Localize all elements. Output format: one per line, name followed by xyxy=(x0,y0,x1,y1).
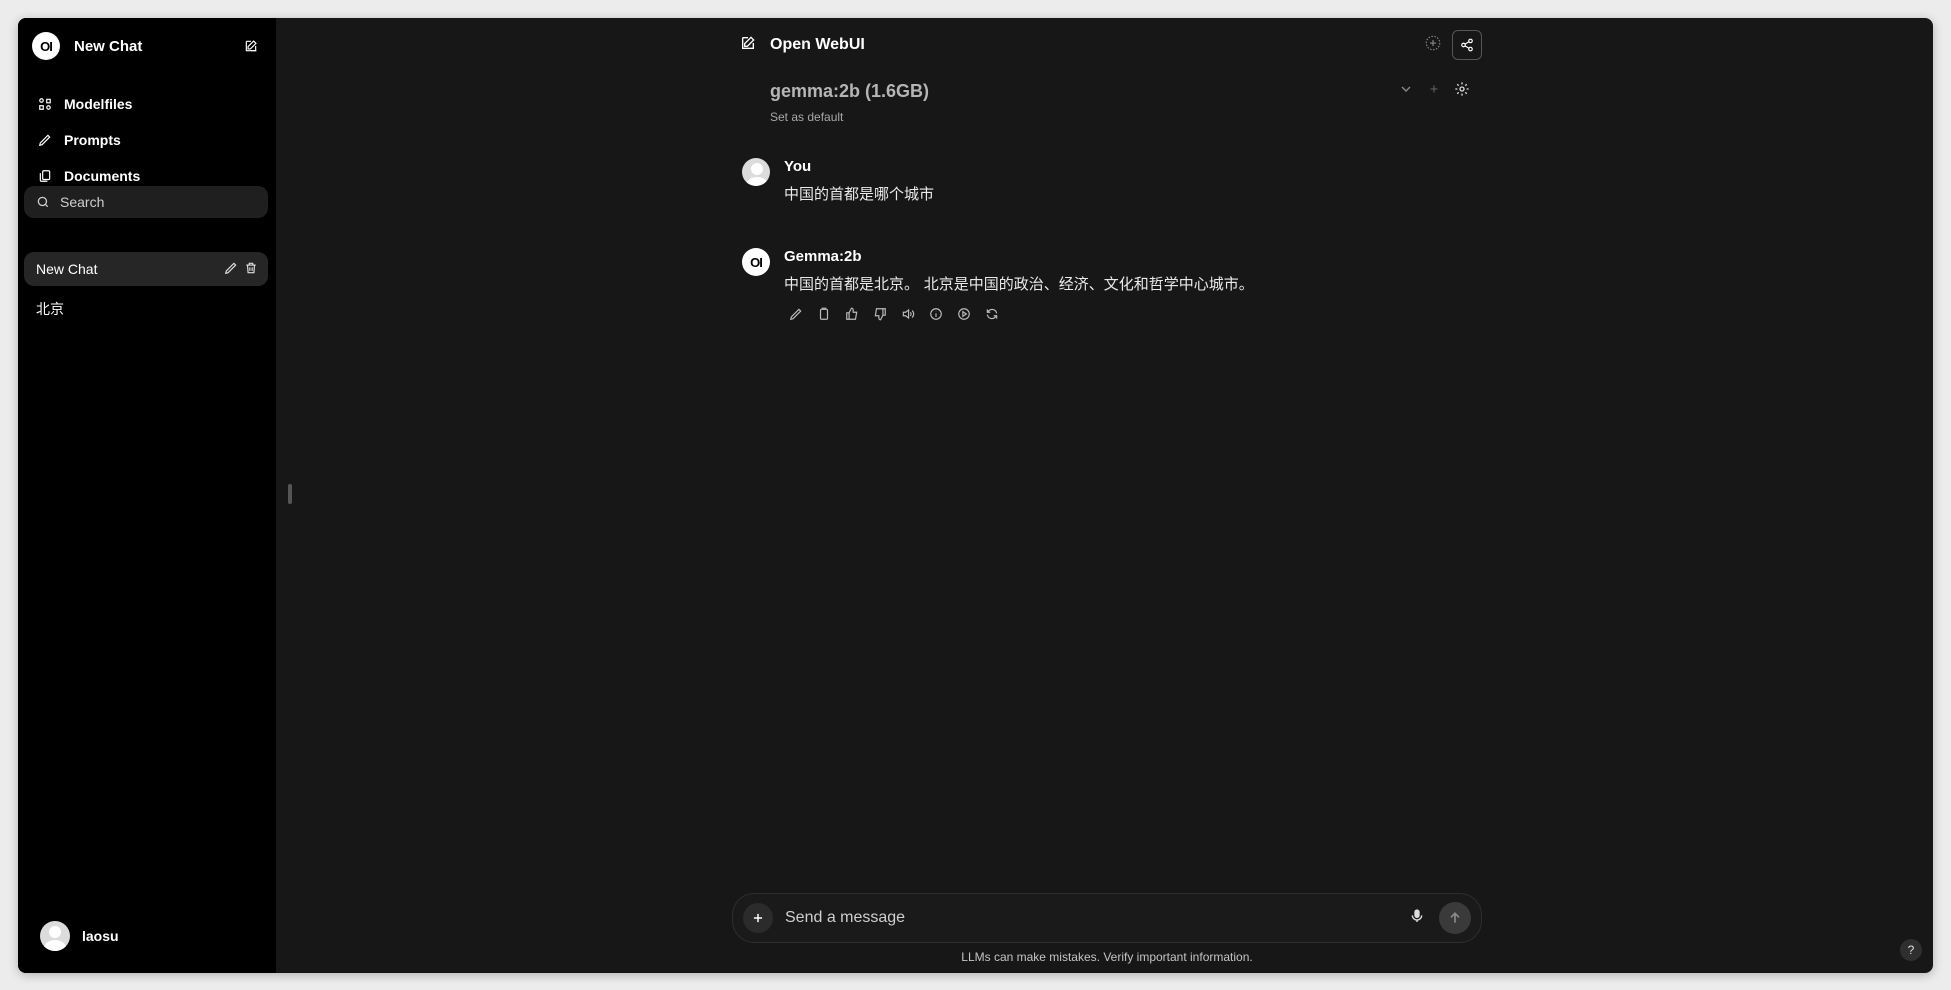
sidebar-item-label: Prompts xyxy=(64,132,121,148)
model-selector[interactable]: gemma:2b (1.6GB) xyxy=(770,76,1470,106)
regenerate-icon[interactable] xyxy=(984,306,1000,322)
disclaimer: LLMs can make mistakes. Verify important… xyxy=(961,950,1253,964)
sidebar-item-label: Documents xyxy=(64,168,141,184)
app-window: OI New Chat Modelfiles Prompts Documents… xyxy=(18,18,1933,973)
chevron-down-icon[interactable] xyxy=(1398,81,1414,102)
modelfiles-icon xyxy=(39,98,51,110)
chat-item-label: 北京 xyxy=(36,301,64,317)
add-model-dashed-icon[interactable] xyxy=(1424,34,1442,57)
page-title: Open WebUI xyxy=(770,36,865,53)
microphone-icon[interactable] xyxy=(1409,907,1425,930)
thumbs-down-icon[interactable] xyxy=(872,306,888,322)
message-text: 中国的首都是哪个城市 xyxy=(784,185,935,203)
model-settings-icon[interactable] xyxy=(1454,81,1470,102)
new-chat-icon[interactable] xyxy=(740,35,756,56)
model-avatar: OI xyxy=(742,248,770,276)
message-text: 中国的首都是北京。 北京是中国的政治、经济、文化和哲学中心城市。 xyxy=(784,275,1254,293)
sidebar-item-label: Modelfiles xyxy=(64,96,133,112)
avatar xyxy=(742,158,770,186)
delete-icon[interactable] xyxy=(244,261,258,278)
chat-header: Open WebUI xyxy=(740,30,1482,60)
plus-icon xyxy=(753,913,763,923)
arrow-up-icon xyxy=(1450,912,1460,923)
chat-item[interactable]: 北京 xyxy=(24,292,268,326)
assistant-message: OI Gemma:2b 中国的首都是北京。 北京是中国的政治、经济、文化和哲学中… xyxy=(742,248,1254,322)
send-button[interactable] xyxy=(1439,902,1471,934)
message-composer xyxy=(732,893,1482,943)
compose-icon[interactable] xyxy=(240,35,262,57)
sidebar-item-modelfiles[interactable]: Modelfiles xyxy=(30,88,264,120)
thumbs-up-icon[interactable] xyxy=(844,306,860,322)
user-message: You 中国的首都是哪个城市 xyxy=(742,158,934,204)
chat-item[interactable]: New Chat xyxy=(24,252,268,286)
search-box[interactable] xyxy=(24,186,268,218)
attach-button[interactable] xyxy=(743,903,773,933)
add-model-icon[interactable] xyxy=(1428,82,1440,100)
message-sender: You xyxy=(784,158,812,175)
chat-item-label: New Chat xyxy=(36,261,98,277)
sidebar-item-prompts[interactable]: Prompts xyxy=(30,124,264,156)
documents-icon xyxy=(39,170,51,182)
sidebar: OI New Chat Modelfiles Prompts Documents… xyxy=(18,18,276,973)
avatar xyxy=(40,921,70,951)
new-chat-button[interactable]: OI New Chat xyxy=(30,28,264,64)
model-name: gemma:2b (1.6GB) xyxy=(770,80,930,101)
pencil-icon xyxy=(38,134,51,147)
copy-icon[interactable] xyxy=(816,306,832,322)
speaker-icon[interactable] xyxy=(900,306,916,322)
search-input[interactable] xyxy=(60,194,250,210)
message-sender: Gemma:2b xyxy=(784,248,862,265)
share-button[interactable] xyxy=(1452,30,1482,60)
search-icon xyxy=(37,196,49,208)
info-icon[interactable] xyxy=(928,306,944,322)
sidebar-resize-handle[interactable] xyxy=(288,484,292,504)
set-as-default-link[interactable]: Set as default xyxy=(770,110,843,124)
rename-icon[interactable] xyxy=(224,261,238,278)
message-actions xyxy=(788,306,1254,322)
play-icon[interactable] xyxy=(956,306,972,322)
edit-icon[interactable] xyxy=(788,306,804,322)
new-chat-label: New Chat xyxy=(74,37,143,55)
help-button[interactable]: ? xyxy=(1900,939,1922,961)
user-menu[interactable]: laosu xyxy=(40,921,119,951)
message-input[interactable] xyxy=(785,909,1409,927)
open-webui-logo: OI xyxy=(32,32,60,60)
share-icon xyxy=(1461,38,1473,52)
user-name: laosu xyxy=(82,928,119,944)
